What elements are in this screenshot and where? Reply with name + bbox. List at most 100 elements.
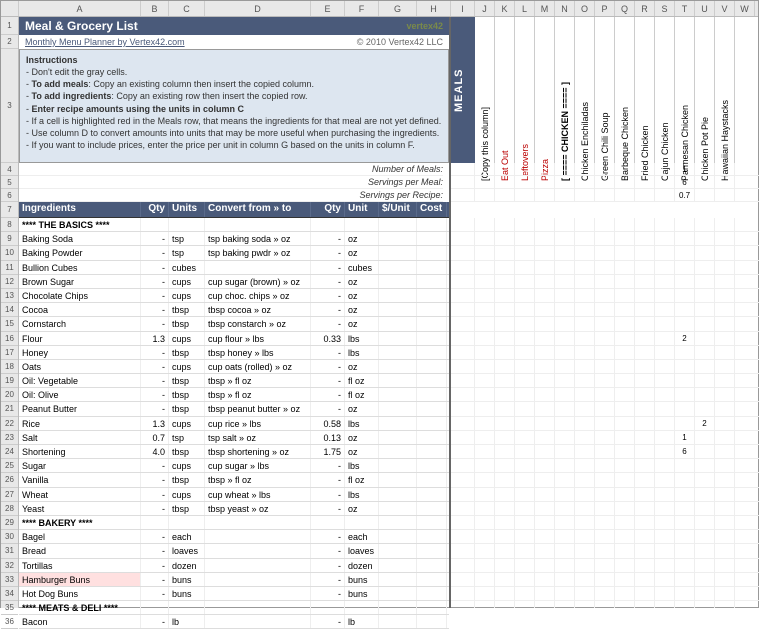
cell[interactable]: cups xyxy=(169,459,205,472)
cell[interactable] xyxy=(715,246,735,259)
cell[interactable] xyxy=(575,544,595,557)
cell[interactable] xyxy=(417,417,447,430)
cell[interactable]: cups xyxy=(169,275,205,288)
cell[interactable]: oz xyxy=(345,402,379,415)
cell[interactable]: buns xyxy=(345,573,379,586)
cell[interactable] xyxy=(535,459,555,472)
cell[interactable] xyxy=(417,317,447,330)
cell[interactable] xyxy=(417,516,447,529)
cell[interactable]: tbsp honey » lbs xyxy=(205,346,311,359)
cell[interactable] xyxy=(715,559,735,572)
meal-column[interactable]: Leftovers xyxy=(515,17,535,163)
cell[interactable] xyxy=(535,218,555,231)
cell[interactable] xyxy=(495,246,515,259)
row-11[interactable]: 11 xyxy=(1,261,18,275)
col-W[interactable]: W xyxy=(735,1,755,16)
cell[interactable] xyxy=(575,275,595,288)
meal-column[interactable]: Chicken Pot Pie xyxy=(695,17,715,163)
cell[interactable] xyxy=(695,402,715,415)
cell[interactable]: tbsp yeast » oz xyxy=(205,502,311,515)
cell[interactable] xyxy=(475,601,495,608)
cell[interactable]: tbsp » fl oz xyxy=(205,473,311,486)
cell[interactable]: oz xyxy=(345,445,379,458)
cell[interactable]: fl oz xyxy=(345,374,379,387)
cell[interactable] xyxy=(379,374,417,387)
grid-row[interactable] xyxy=(451,303,759,317)
cell[interactable]: 1.3 xyxy=(141,417,169,430)
row-3[interactable]: 3 xyxy=(1,49,18,163)
cell[interactable] xyxy=(475,417,495,430)
cell[interactable] xyxy=(379,261,417,274)
cell[interactable] xyxy=(535,317,555,330)
cell[interactable] xyxy=(535,431,555,444)
cell[interactable]: 0.7 xyxy=(141,431,169,444)
cell[interactable] xyxy=(417,473,447,486)
cell[interactable]: - xyxy=(141,587,169,600)
cell[interactable] xyxy=(555,601,575,608)
cell[interactable]: 2 xyxy=(695,417,715,430)
cell[interactable] xyxy=(575,218,595,231)
cell[interactable]: 0.13 xyxy=(311,431,345,444)
cell[interactable] xyxy=(635,289,655,302)
cell[interactable] xyxy=(495,388,515,401)
cell[interactable] xyxy=(655,431,675,444)
cell[interactable] xyxy=(535,388,555,401)
cell[interactable]: Rice xyxy=(19,417,141,430)
cell[interactable] xyxy=(451,402,475,415)
cell[interactable] xyxy=(515,189,535,201)
servings-row[interactable]: 1 xyxy=(451,163,759,176)
cell[interactable] xyxy=(417,459,447,472)
cell[interactable] xyxy=(451,601,475,608)
cell[interactable]: Baking Soda xyxy=(19,232,141,245)
cell[interactable] xyxy=(535,332,555,345)
grid-row[interactable] xyxy=(451,261,759,275)
cell[interactable] xyxy=(205,218,311,231)
cell[interactable] xyxy=(515,431,535,444)
cell[interactable] xyxy=(555,218,575,231)
cell[interactable] xyxy=(655,587,675,600)
cell[interactable] xyxy=(675,473,695,486)
cell[interactable] xyxy=(615,516,635,529)
cell[interactable] xyxy=(451,573,475,586)
cell[interactable] xyxy=(695,559,715,572)
table-row[interactable]: **** THE BASICS **** xyxy=(19,218,449,232)
cell[interactable] xyxy=(615,502,635,515)
cell[interactable]: lbs xyxy=(345,346,379,359)
cell[interactable] xyxy=(379,360,417,373)
cell[interactable] xyxy=(655,275,675,288)
cell[interactable] xyxy=(655,374,675,387)
cell[interactable] xyxy=(205,615,311,628)
cell[interactable] xyxy=(655,459,675,472)
cell[interactable] xyxy=(595,176,615,188)
cell[interactable] xyxy=(715,459,735,472)
cell[interactable] xyxy=(535,544,555,557)
cell[interactable]: loaves xyxy=(345,544,379,557)
cell[interactable]: oz xyxy=(345,317,379,330)
cell[interactable] xyxy=(515,289,535,302)
row-24[interactable]: 24 xyxy=(1,445,18,459)
cell[interactable] xyxy=(655,516,675,529)
cell[interactable] xyxy=(535,445,555,458)
cell[interactable]: - xyxy=(311,261,345,274)
cell[interactable] xyxy=(595,559,615,572)
cell[interactable] xyxy=(595,459,615,472)
cell[interactable] xyxy=(451,516,475,529)
grid-row[interactable]: 6 xyxy=(451,445,759,459)
cell[interactable]: Oats xyxy=(19,360,141,373)
cell[interactable] xyxy=(475,176,495,188)
cell[interactable] xyxy=(715,516,735,529)
cell[interactable] xyxy=(417,289,447,302)
cell[interactable]: oz xyxy=(345,289,379,302)
cell[interactable] xyxy=(715,218,735,231)
cell[interactable] xyxy=(695,303,715,316)
cell[interactable]: - xyxy=(311,388,345,401)
col-C[interactable]: C xyxy=(169,1,205,16)
col-N[interactable]: N xyxy=(555,1,575,16)
cell[interactable]: - xyxy=(311,232,345,245)
cell[interactable] xyxy=(675,459,695,472)
cell[interactable] xyxy=(495,445,515,458)
cell[interactable] xyxy=(515,360,535,373)
header-cell[interactable]: Qty xyxy=(141,202,169,217)
cell[interactable] xyxy=(615,544,635,557)
cell[interactable]: oz xyxy=(345,246,379,259)
